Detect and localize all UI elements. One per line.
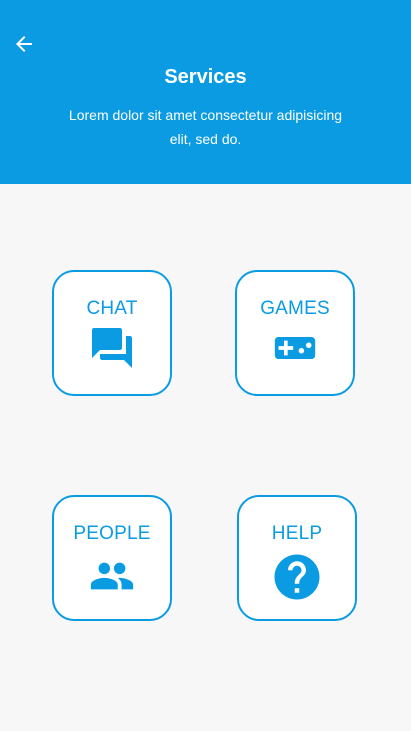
page-subtitle: Lorem dolor sit amet consectetur adipisi… (68, 107, 343, 147)
chat-label: CHAT (86, 298, 138, 319)
chat-card[interactable]: CHAT (52, 270, 172, 396)
people-card[interactable]: PEOPLE (52, 495, 172, 621)
help-icon (270, 550, 324, 604)
chat-icon (87, 324, 137, 372)
app-header: Services Lorem dolor sit amet consectetu… (0, 0, 411, 184)
games-card[interactable]: GAMES (235, 270, 355, 396)
help-card[interactable]: HELP (237, 495, 357, 621)
back-button[interactable] (12, 32, 36, 56)
gamepad-icon (269, 326, 321, 370)
people-icon (85, 553, 139, 599)
help-label: HELP (271, 523, 323, 544)
page-title: Services (164, 66, 247, 88)
games-label: GAMES (260, 298, 330, 319)
arrow-left-icon (16, 36, 32, 52)
people-label: PEOPLE (73, 523, 151, 544)
